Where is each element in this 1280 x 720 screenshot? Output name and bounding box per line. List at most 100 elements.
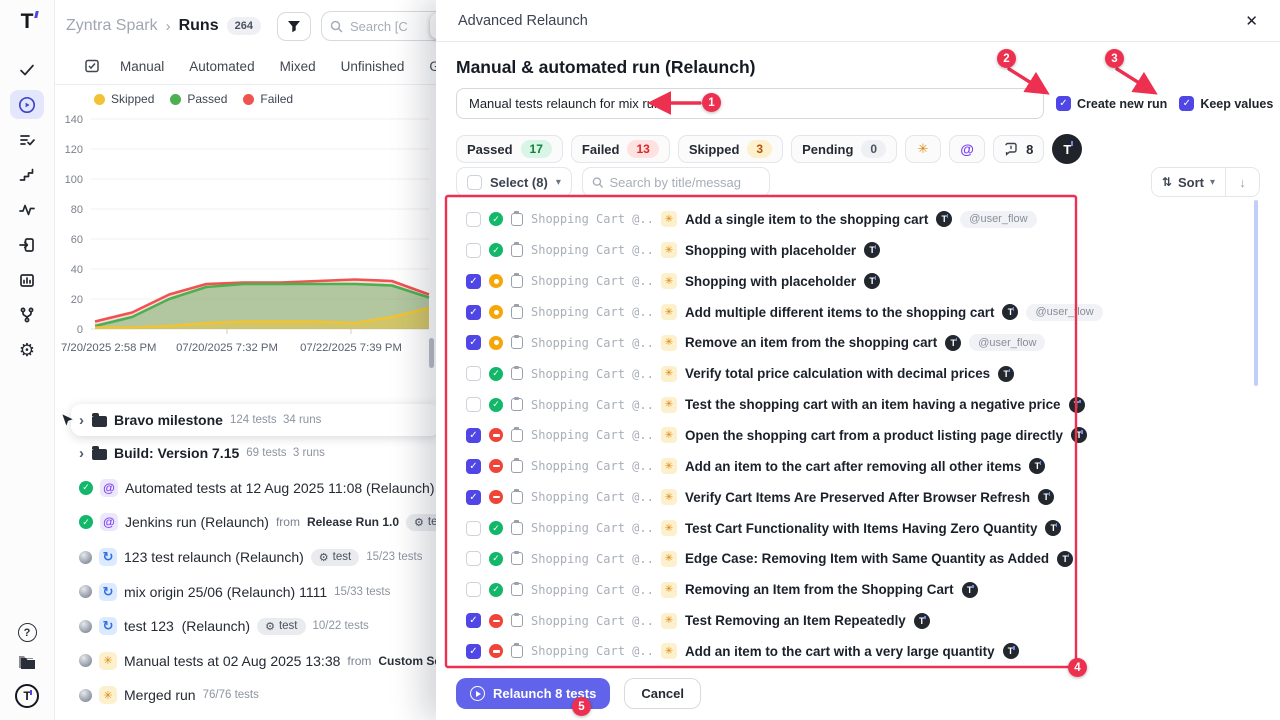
checkbox-checked-icon[interactable] <box>1179 96 1194 111</box>
filter-chip[interactable]: Skipped 3 <box>678 135 783 163</box>
bulk-select-icon[interactable] <box>84 58 100 74</box>
test-checkbox[interactable] <box>466 428 481 443</box>
tab[interactable]: Manual <box>120 59 164 74</box>
create-new-run-checkbox[interactable]: Create new run <box>1056 96 1167 111</box>
branches-icon[interactable] <box>10 300 44 329</box>
filter-chip[interactable]: Passed 17 <box>456 135 563 163</box>
filter-button[interactable] <box>277 12 311 41</box>
test-row[interactable]: Shopping Cart @... Edge Case: Removing I… <box>456 543 1136 574</box>
test-checkbox[interactable] <box>466 490 481 505</box>
automated-filter-chip[interactable]: @ <box>949 135 985 163</box>
projects-folders-icon[interactable] <box>17 655 37 671</box>
tab[interactable]: Unfinished <box>341 59 405 74</box>
profile-logo-icon[interactable]: T <box>15 684 39 708</box>
approvals-icon[interactable] <box>10 55 44 84</box>
test-checkbox[interactable] <box>466 274 481 289</box>
steps-icon[interactable] <box>10 160 44 189</box>
imports-icon[interactable] <box>10 230 44 259</box>
filter-chip[interactable]: Pending 0 <box>791 135 897 163</box>
global-search[interactable]: ✕ <box>321 11 436 41</box>
test-row[interactable]: Shopping Cart @... Test Cart Functionali… <box>456 513 1136 544</box>
test-checkbox[interactable] <box>466 613 481 628</box>
sort-arrows-icon: ⇅ <box>1162 175 1172 189</box>
test-checkbox[interactable] <box>466 459 481 474</box>
testomat-badge-icon: T <box>945 335 961 351</box>
test-checkbox[interactable] <box>466 335 481 350</box>
pulse-icon[interactable] <box>10 195 44 224</box>
runs-chart: 0204060801001201407/20/2025 2:58 PM07/20… <box>55 104 436 362</box>
test-row[interactable]: Shopping Cart @... Add multiple differen… <box>456 297 1136 328</box>
comments-filter-chip[interactable]: 8 <box>993 135 1044 163</box>
testomat-logo-icon[interactable]: T <box>1052 134 1082 164</box>
app-logo[interactable]: T <box>21 8 34 36</box>
help-icon[interactable]: ? <box>18 623 37 642</box>
tab[interactable]: Groups <box>429 59 436 74</box>
run-row[interactable]: test 123 (Relaunch) ⚙test 10/22 tests <box>55 609 436 644</box>
test-row[interactable]: Shopping Cart @... Add an item to the ca… <box>456 636 1136 667</box>
reports-icon[interactable] <box>10 265 44 294</box>
select-all-dropdown[interactable]: Select (8) ▾ <box>456 167 572 197</box>
expand-caret-icon[interactable]: › <box>79 445 84 462</box>
breadcrumb-project[interactable]: Zyntra Spark <box>66 17 158 35</box>
run-status-icon <box>79 515 93 529</box>
run-row[interactable]: › Bravo milestone 124 tests 34 runs <box>71 404 436 436</box>
test-title: Shopping with placeholder <box>685 243 856 258</box>
run-row[interactable]: Merged run 76/76 tests <box>55 678 436 713</box>
test-plans-icon[interactable] <box>10 125 44 154</box>
test-checkbox[interactable] <box>466 582 481 597</box>
tab[interactable]: Automated <box>189 59 254 74</box>
checkbox-checked-icon[interactable] <box>1056 96 1071 111</box>
test-tag: @user_flow <box>969 334 1045 351</box>
run-row[interactable]: mix origin 25/06 (Relaunch) 1111 15/33 t… <box>55 574 436 609</box>
test-row[interactable]: Shopping Cart @... Verify total price ca… <box>456 358 1136 389</box>
keep-values-checkbox[interactable]: Keep values ? <box>1179 96 1280 111</box>
tab[interactable]: Mixed <box>280 59 316 74</box>
test-row[interactable]: Shopping Cart @... Test the shopping car… <box>456 389 1136 420</box>
test-row[interactable]: Shopping Cart @... Test Removing an Item… <box>456 605 1136 636</box>
test-checkbox[interactable] <box>466 305 481 320</box>
test-checkbox[interactable] <box>466 243 481 258</box>
test-checkbox[interactable] <box>466 644 481 659</box>
relaunch-button[interactable]: Relaunch 8 tests <box>456 678 610 709</box>
checkbox-empty-icon[interactable] <box>467 175 482 190</box>
test-checkbox[interactable] <box>466 521 481 536</box>
test-row[interactable]: Shopping Cart @... Open the shopping car… <box>456 420 1136 451</box>
test-checkbox[interactable] <box>466 366 481 381</box>
filter-chip[interactable]: Failed 13 <box>571 135 670 163</box>
search-input[interactable] <box>350 19 420 34</box>
sort-direction-button[interactable]: ↓ <box>1225 168 1259 196</box>
test-row[interactable]: Shopping Cart @... Verify Cart Items Are… <box>456 482 1136 513</box>
run-row[interactable]: Manual tests at 02 Aug 2025 13:38 from C… <box>55 644 436 679</box>
run-name-input[interactable] <box>456 88 1044 119</box>
test-search[interactable] <box>582 167 770 197</box>
test-status-icon <box>489 521 503 535</box>
close-icon[interactable]: ✕ <box>1245 12 1258 30</box>
test-row[interactable]: Shopping Cart @... Shopping with placeho… <box>456 235 1136 266</box>
test-title: Shopping with placeholder <box>685 274 856 289</box>
settings-gear-icon[interactable]: ⚙ <box>10 335 44 364</box>
breadcrumb-section[interactable]: Runs <box>179 17 219 35</box>
test-row[interactable]: Shopping Cart @... Remove an item from t… <box>456 327 1136 358</box>
test-row[interactable]: Shopping Cart @... Add an item to the ca… <box>456 451 1136 482</box>
run-row[interactable]: › Build: Version 7.15 69 tests 3 runs <box>55 436 436 471</box>
run-from-value[interactable]: Release Run 1.0 <box>307 515 399 529</box>
test-checkbox[interactable] <box>466 212 481 227</box>
list-scrollbar-thumb[interactable] <box>1254 200 1258 386</box>
run-status-icon <box>79 551 92 564</box>
run-row[interactable]: Automated tests at 12 Aug 2025 11:08 (Re… <box>55 471 436 506</box>
test-row[interactable]: Shopping Cart @... Removing an Item from… <box>456 574 1136 605</box>
run-row[interactable]: 123 test relaunch (Relaunch) ⚙test 15/23… <box>55 540 436 575</box>
test-row[interactable]: Shopping Cart @... Shopping with placeho… <box>456 266 1136 297</box>
page-scrollbar-thumb[interactable] <box>429 338 434 368</box>
test-checkbox[interactable] <box>466 397 481 412</box>
cancel-button[interactable]: Cancel <box>624 678 701 709</box>
sort-button[interactable]: ⇅ Sort ▾ <box>1152 168 1225 196</box>
sparkle-filter-chip[interactable]: ✳ <box>905 135 941 163</box>
runs-icon[interactable] <box>10 90 44 119</box>
test-row[interactable]: Shopping Cart @... Add a single item to … <box>456 204 1136 235</box>
expand-caret-icon[interactable]: › <box>79 412 84 429</box>
run-from-value[interactable]: Custom Selection <box>378 654 436 668</box>
test-checkbox[interactable] <box>466 551 481 566</box>
run-row[interactable]: Jenkins run (Relaunch) from Release Run … <box>55 505 436 540</box>
test-search-input[interactable] <box>609 175 759 190</box>
